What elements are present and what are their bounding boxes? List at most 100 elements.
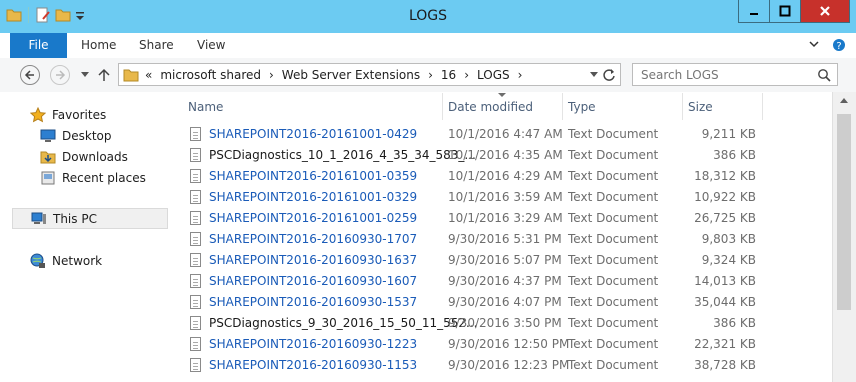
column-header-date[interactable]: Date modified [442, 93, 563, 120]
table-row[interactable]: SHAREPOINT2016-20160930-1223 9/30/2016 12… [172, 334, 834, 355]
file-type: Text Document [568, 148, 659, 162]
minimize-button[interactable] [738, 0, 770, 23]
nav-favorites-label: Favorites [52, 107, 107, 122]
address-bar[interactable]: « microsoft shared › Web Server Extensio… [118, 63, 621, 86]
file-size: 26,725 KB [694, 211, 756, 225]
maximize-button[interactable] [769, 0, 801, 23]
table-row[interactable]: SHAREPOINT2016-20161001-0329 10/1/2016 3:… [172, 187, 834, 208]
vertical-scrollbar[interactable] [832, 92, 856, 382]
breadcrumb-separator: › [268, 67, 274, 82]
column-size-label: Size [688, 100, 713, 114]
file-size: 10,922 KB [694, 190, 756, 204]
file-size: 38,728 KB [694, 358, 756, 372]
breadcrumb-separator: › [517, 67, 523, 82]
column-header-name[interactable]: Name [182, 93, 443, 120]
downloads-icon [40, 151, 56, 163]
computer-icon [31, 212, 46, 224]
folder-icon [123, 69, 139, 81]
table-row[interactable]: PSCDiagnostics_10_1_2016_4_35_34_583_...… [172, 145, 834, 166]
file-date: 10/1/2016 3:29 AM [448, 211, 563, 225]
file-type: Text Document [568, 127, 659, 141]
up-arrow-icon[interactable] [98, 68, 110, 82]
table-row[interactable]: SHAREPOINT2016-20161001-0259 10/1/2016 3:… [172, 208, 834, 229]
breadcrumb-web-server-extensions[interactable]: Web Server Extensions [282, 68, 420, 82]
nav-recent-places-label: Recent places [62, 170, 146, 185]
text-file-icon [190, 316, 201, 330]
back-button[interactable] [20, 65, 40, 85]
file-name: SHAREPOINT2016-20160930-1537 [209, 295, 418, 309]
navigation-bar: « microsoft shared › Web Server Extensio… [0, 58, 856, 92]
star-icon [30, 106, 46, 122]
address-dropdown-icon[interactable] [590, 72, 598, 78]
scroll-up-icon[interactable] [840, 98, 848, 104]
column-type-label: Type [568, 100, 596, 114]
text-file-icon [190, 169, 201, 183]
text-file-icon [190, 211, 201, 225]
nav-this-pc[interactable]: This PC [12, 208, 168, 229]
desktop-icon [40, 129, 56, 142]
table-row[interactable]: SHAREPOINT2016-20160930-1707 9/30/2016 5:… [172, 229, 834, 250]
file-name: SHAREPOINT2016-20161001-0259 [209, 211, 418, 225]
breadcrumb-logs[interactable]: LOGS [477, 68, 510, 82]
file-size: 18,312 KB [694, 169, 756, 183]
help-icon[interactable]: ? [832, 38, 846, 52]
arrow-left-icon [24, 70, 34, 80]
table-row[interactable]: SHAREPOINT2016-20160930-1153 9/30/2016 12… [172, 355, 834, 376]
table-row[interactable]: SHAREPOINT2016-20161001-0359 10/1/2016 4:… [172, 166, 834, 187]
breadcrumb-16[interactable]: 16 [441, 68, 456, 82]
ribbon-controls: ? [808, 38, 846, 52]
file-type: Text Document [568, 232, 659, 246]
network-icon [30, 253, 45, 268]
expand-ribbon-icon[interactable] [808, 38, 820, 50]
table-row[interactable]: SHAREPOINT2016-20160930-1637 9/30/2016 5:… [172, 250, 834, 271]
file-type: Text Document [568, 337, 659, 351]
forward-button[interactable] [50, 65, 70, 85]
file-list: Name Date modified Type Size SHAREPOINT2… [172, 92, 834, 382]
file-size: 9,211 KB [701, 127, 756, 141]
breadcrumb-separator: › [428, 67, 433, 82]
nav-network-label: Network [52, 253, 103, 268]
file-date: 9/30/2016 12:23 PM [448, 358, 570, 372]
text-file-icon [190, 274, 201, 288]
table-row[interactable]: SHAREPOINT2016-20160930-1607 9/30/2016 4:… [172, 271, 834, 292]
file-name: SHAREPOINT2016-20160930-1707 [209, 232, 418, 246]
close-button[interactable] [800, 0, 850, 23]
file-type: Text Document [568, 253, 659, 267]
table-row[interactable]: SHAREPOINT2016-20160930-1537 9/30/2016 4:… [172, 292, 834, 313]
nav-desktop-label: Desktop [62, 128, 112, 143]
tab-view[interactable]: View [197, 33, 225, 58]
text-file-icon [190, 148, 201, 162]
breadcrumb-microsoft-shared[interactable]: microsoft shared [160, 68, 261, 82]
file-date: 9/30/2016 5:07 PM [448, 253, 562, 267]
title-bar: LOGS [0, 0, 856, 33]
column-header-type[interactable]: Type [562, 93, 683, 120]
window-title: LOGS [408, 8, 448, 24]
table-row[interactable]: SHAREPOINT2016-20161001-0429 10/1/2016 4:… [172, 124, 834, 145]
text-file-icon [190, 253, 201, 267]
recent-locations-icon[interactable] [81, 72, 89, 78]
file-date: 9/30/2016 4:37 PM [448, 274, 562, 288]
file-size: 386 KB [713, 148, 756, 162]
tab-home[interactable]: Home [81, 33, 116, 58]
file-date: 9/30/2016 12:50 PM [448, 337, 570, 351]
file-name: SHAREPOINT2016-20161001-0329 [209, 190, 418, 204]
file-type: Text Document [568, 190, 659, 204]
address-overflow[interactable]: « [145, 68, 152, 82]
search-box[interactable] [632, 63, 838, 86]
text-file-icon [190, 295, 201, 309]
refresh-icon[interactable] [602, 68, 616, 82]
search-input[interactable] [639, 66, 813, 84]
tab-file[interactable]: File [10, 33, 67, 58]
table-row[interactable]: PSCDiagnostics_9_30_2016_15_50_11_552...… [172, 313, 834, 334]
text-file-icon [190, 337, 201, 351]
tab-share[interactable]: Share [139, 33, 174, 58]
file-date: 10/1/2016 4:29 AM [448, 169, 563, 183]
file-name: SHAREPOINT2016-20161001-0429 [209, 127, 418, 141]
breadcrumb-separator: › [464, 67, 470, 82]
ribbon: File Home Share View ? [0, 33, 856, 59]
file-name: SHAREPOINT2016-20161001-0359 [209, 169, 418, 183]
column-header-size[interactable]: Size [682, 93, 763, 120]
scrollbar-thumb[interactable] [837, 114, 851, 310]
file-name: PSCDiagnostics_10_1_2016_4_35_34_583_... [209, 148, 476, 162]
text-file-icon [190, 232, 201, 246]
